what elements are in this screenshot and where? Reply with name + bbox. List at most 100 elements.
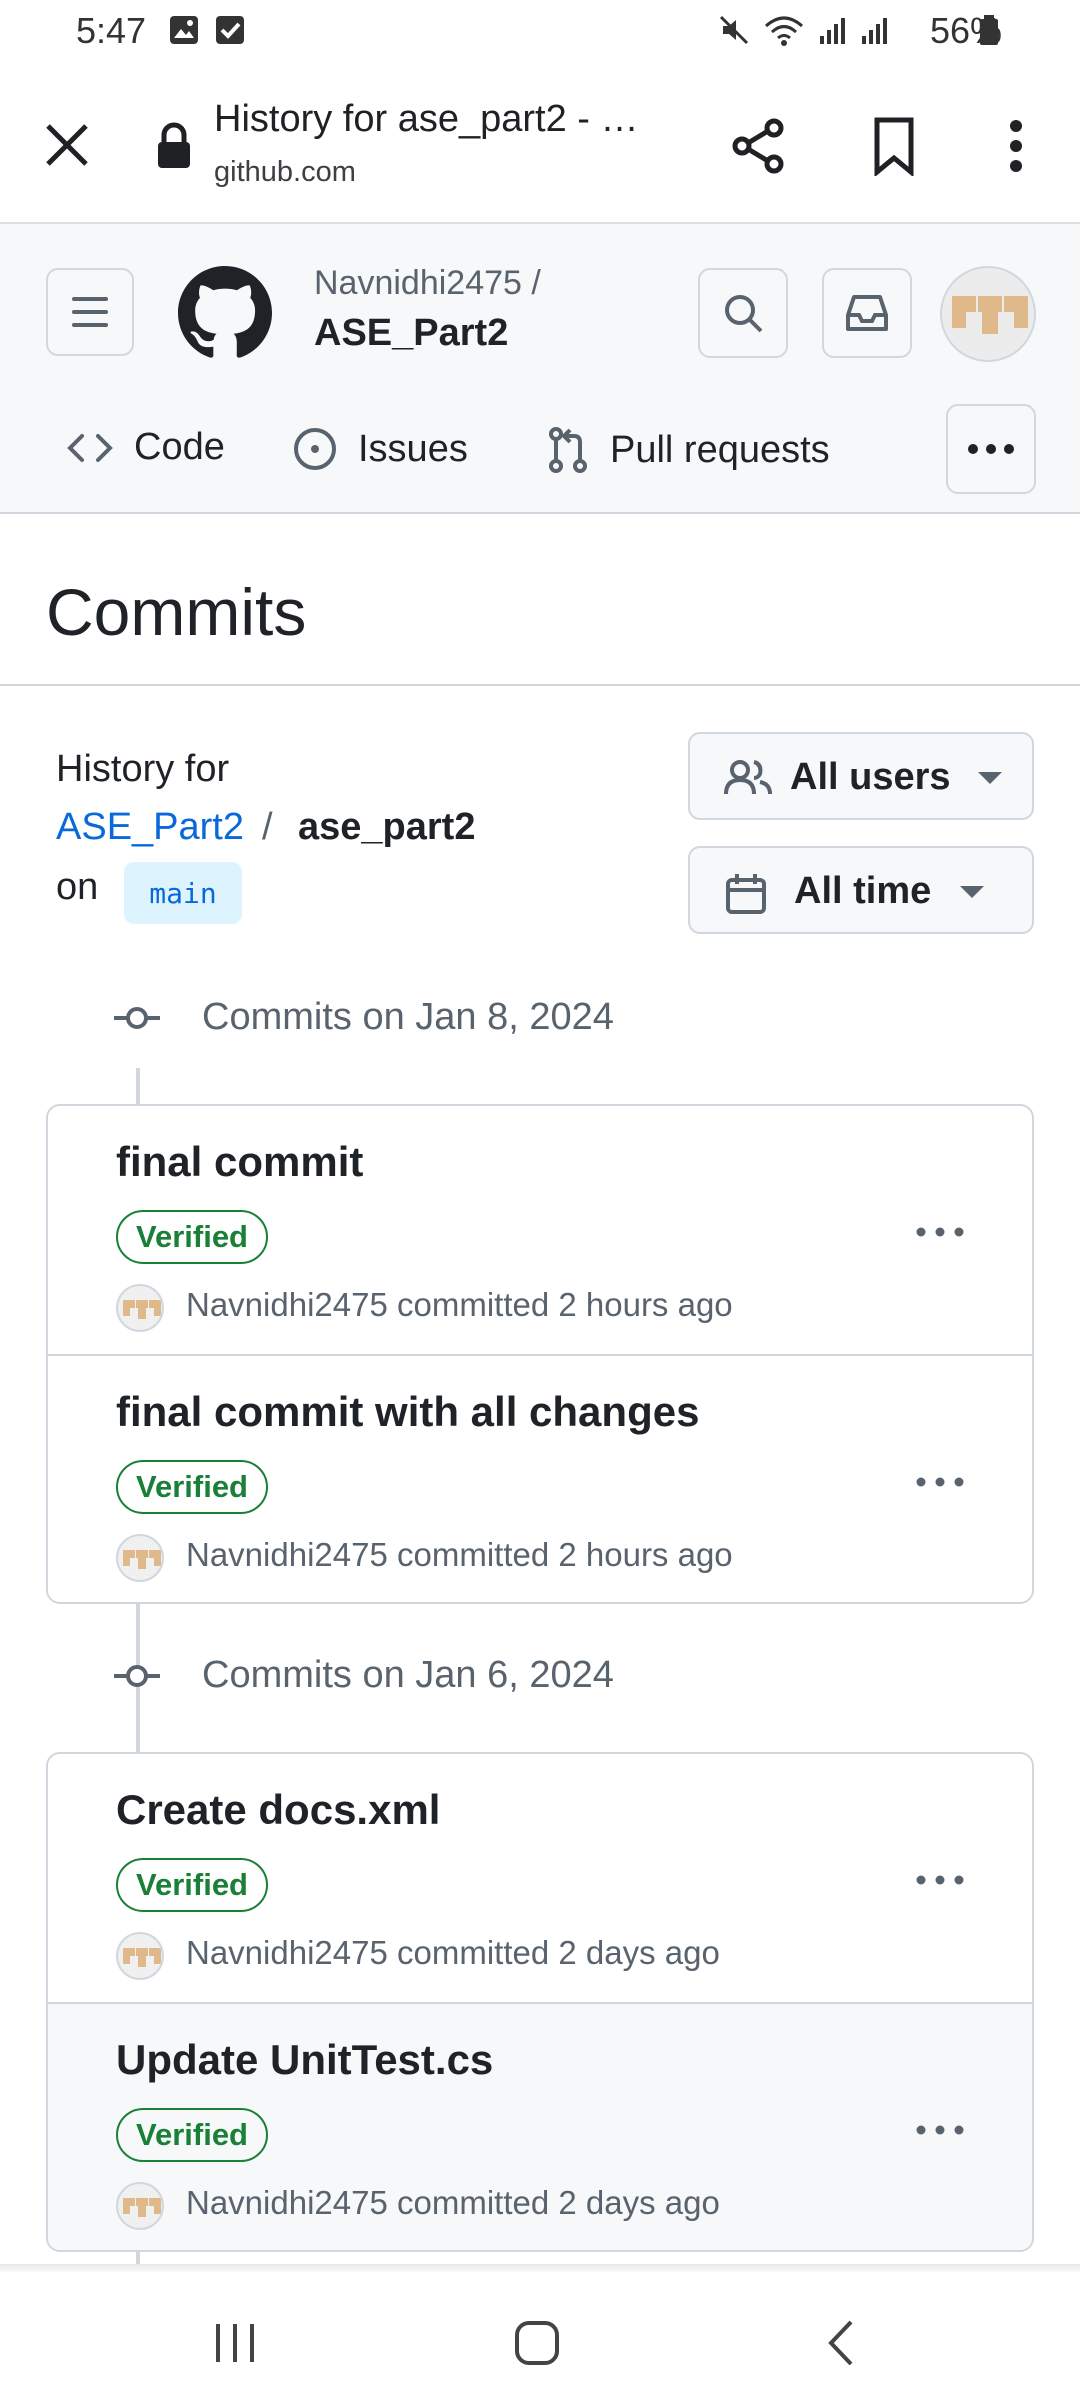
share-icon [732,118,784,174]
more-horizontal-icon [916,1227,964,1237]
branch-badge[interactable]: main [124,862,242,924]
repo-name-link[interactable]: ASE_Part2 [314,312,508,355]
verified-badge[interactable]: Verified [116,1858,268,1912]
browser-page-title[interactable]: History for ase_part2 - … [214,98,638,141]
people-icon [724,760,772,795]
more-horizontal-icon [916,2125,964,2135]
all-time-label: All time [794,870,932,912]
commit-actions-button[interactable] [900,1202,980,1262]
share-button[interactable] [720,108,796,184]
browser-menu-button[interactable] [978,108,1054,184]
home-button[interactable] [502,2308,572,2378]
github-logo-icon[interactable] [178,266,272,360]
avatar[interactable] [116,1932,164,1980]
back-button[interactable] [806,2308,876,2378]
verified-badge[interactable]: Verified [116,1210,268,1264]
commit-list: final commit Verified Navnidhi2475 commi… [46,1104,1034,1604]
list-item[interactable]: Create docs.xml Verified Navnidhi2475 co… [48,1754,1032,2002]
signal-icon [820,18,845,44]
back-icon [828,2320,853,2366]
divider [0,684,1080,686]
commit-group-heading: Commits on Jan 8, 2024 [114,996,614,1039]
history-path: ase_part2 [298,806,476,848]
more-vertical-icon [1010,120,1022,172]
commit-title[interactable]: Update UnitTest.cs [116,2036,493,2084]
commit-meta: Navnidhi2475 committed 2 days ago [186,1934,720,1971]
github-header: Navnidhi2475 / ASE_Part2 Code Issues Pul… [0,224,1080,514]
avatar-identicon [123,1948,161,1967]
tab-pull-requests-label: Pull requests [610,428,830,471]
verified-badge[interactable]: Verified [116,2108,268,2162]
wifi-icon [765,16,803,46]
caret-down-icon [960,886,984,898]
commit-list: Create docs.xml Verified Navnidhi2475 co… [46,1752,1034,2252]
commit-group-date: Commits on Jan 8, 2024 [202,996,614,1038]
commit-icon [114,1664,160,1687]
home-icon [515,2321,559,2365]
signal-icon-2 [862,18,887,44]
search-button[interactable] [698,268,788,358]
avatar-identicon [123,1300,161,1319]
repo-owner-link[interactable]: Navnidhi2475 / [314,264,541,303]
path-separator: / [262,806,273,848]
inbox-button[interactable] [822,268,912,358]
commit-actions-button[interactable] [900,2100,980,2160]
tab-issues[interactable]: Issues [292,426,468,472]
commit-title[interactable]: final commit [116,1138,363,1186]
recent-apps-icon [216,2324,254,2362]
user-avatar[interactable] [940,266,1036,362]
timeline-line [136,2252,140,2264]
checkbox-notification-icon [216,16,244,44]
commit-meta: Navnidhi2475 committed 2 days ago [186,2184,720,2221]
commit-meta: Navnidhi2475 committed 2 hours ago [186,1536,733,1573]
commit-title[interactable]: final commit with all changes [116,1388,699,1436]
lock-icon[interactable] [154,122,194,170]
browser-url[interactable]: github.com [214,156,356,189]
list-item[interactable]: final commit with all changes Verified N… [48,1354,1032,1602]
repo-nav: Code Issues Pull requests [0,396,1080,514]
commit-group-heading: Commits on Jan 6, 2024 [114,1654,614,1697]
close-tab-icon[interactable] [38,116,96,174]
tab-pull-requests[interactable]: Pull requests [546,426,830,474]
tab-issues-label: Issues [358,427,468,470]
page-title: Commits [46,575,307,649]
all-users-label: All users [790,756,951,798]
all-users-filter[interactable]: All users [688,732,1034,820]
list-item[interactable]: final commit Verified Navnidhi2475 commi… [48,1106,1032,1354]
verified-badge[interactable]: Verified [116,1460,268,1514]
tab-code-label: Code [134,426,225,468]
battery-icon [980,15,998,45]
more-horizontal-icon [968,444,1014,454]
bookmark-button[interactable] [856,108,932,184]
mute-icon [719,15,749,45]
on-label: on [56,866,99,908]
recent-apps-button[interactable] [200,2308,270,2378]
browser-toolbar: History for ase_part2 - … github.com [0,64,1080,224]
commit-group-date: Commits on Jan 6, 2024 [202,1654,614,1696]
commit-actions-button[interactable] [900,1452,980,1512]
avatar-identicon [123,1550,161,1569]
history-repo-link[interactable]: ASE_Part2 [56,806,244,849]
avatar[interactable] [116,2182,164,2230]
avatar[interactable] [116,1284,164,1332]
all-time-filter[interactable]: All time [688,846,1034,934]
hamburger-icon [72,297,108,327]
issue-icon [294,428,336,470]
tab-code[interactable]: Code [66,426,225,469]
timeline-line [136,1068,140,1104]
code-icon [67,433,113,462]
avatar-identicon [952,296,1028,334]
list-item[interactable]: Update UnitTest.cs Verified Navnidhi2475… [48,2002,1032,2250]
pull-request-icon [549,427,587,473]
search-icon [725,295,763,333]
commit-actions-button[interactable] [900,1850,980,1910]
repo-nav-more-button[interactable] [946,404,1036,494]
commit-meta: Navnidhi2475 committed 2 hours ago [186,1286,733,1323]
bookmark-icon [874,117,914,176]
caret-down-icon [978,772,1002,784]
menu-button[interactable] [46,268,134,356]
commit-title[interactable]: Create docs.xml [116,1786,440,1834]
image-notification-icon [170,16,198,44]
system-navigation-bar [0,2272,1080,2408]
avatar[interactable] [116,1534,164,1582]
